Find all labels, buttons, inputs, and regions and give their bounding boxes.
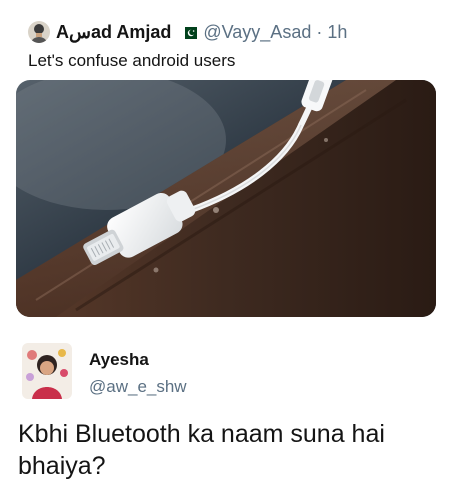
separator: · xyxy=(316,21,323,42)
reply-display-name[interactable]: Ayesha xyxy=(89,350,149,370)
reply-handle[interactable]: @aw_e_shw xyxy=(89,377,187,397)
reply-text: Kbhi Bluetooth ka naam suna hai bhaiya? xyxy=(18,420,385,480)
tweet-header: Aسad Amjad @Vayy_Asad · 1h xyxy=(28,20,347,44)
tweet-media-image[interactable] xyxy=(16,80,436,317)
tweet-text: Let's confuse android users xyxy=(28,51,236,70)
author-display-name[interactable]: Aسad Amjad xyxy=(56,22,171,43)
author-avatar[interactable] xyxy=(28,21,50,43)
tweet-timestamp[interactable]: 1h xyxy=(327,22,347,43)
pakistan-flag-icon xyxy=(181,26,198,39)
reply-author-avatar[interactable] xyxy=(22,343,72,399)
author-handle[interactable]: @Vayy_Asad xyxy=(203,22,311,43)
